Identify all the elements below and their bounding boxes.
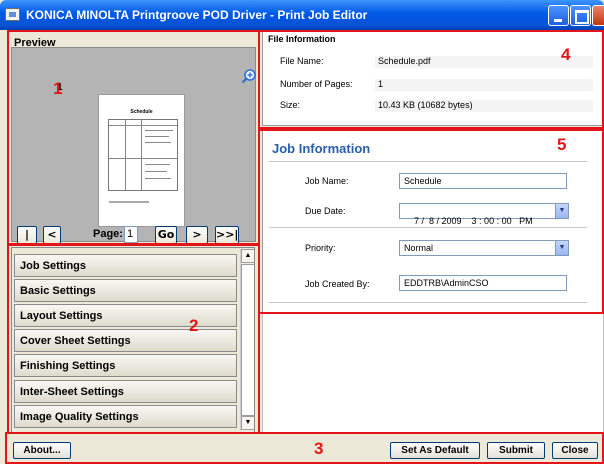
annotation-box-job-info <box>258 129 604 314</box>
marker-3: 3 <box>314 439 324 458</box>
window-title: KONICA MINOLTA Printgroove POD Driver - … <box>26 8 368 22</box>
marker-5: 5 <box>557 135 567 154</box>
annotation-box-preview <box>7 30 260 245</box>
maximize-button[interactable] <box>570 5 591 26</box>
close-window-button[interactable] <box>592 5 604 26</box>
marker-1: 1 <box>53 79 63 98</box>
annotation-box-buttons <box>5 432 604 464</box>
marker-2: 2 <box>189 316 199 335</box>
annotation-box-file-info <box>258 30 604 129</box>
minimize-button[interactable] <box>548 5 569 26</box>
blank-area <box>262 313 604 435</box>
printer-app-icon <box>5 8 20 21</box>
title-bar: KONICA MINOLTA Printgroove POD Driver - … <box>0 0 604 30</box>
annotation-box-settings <box>7 244 260 434</box>
marker-4: 4 <box>561 45 571 64</box>
